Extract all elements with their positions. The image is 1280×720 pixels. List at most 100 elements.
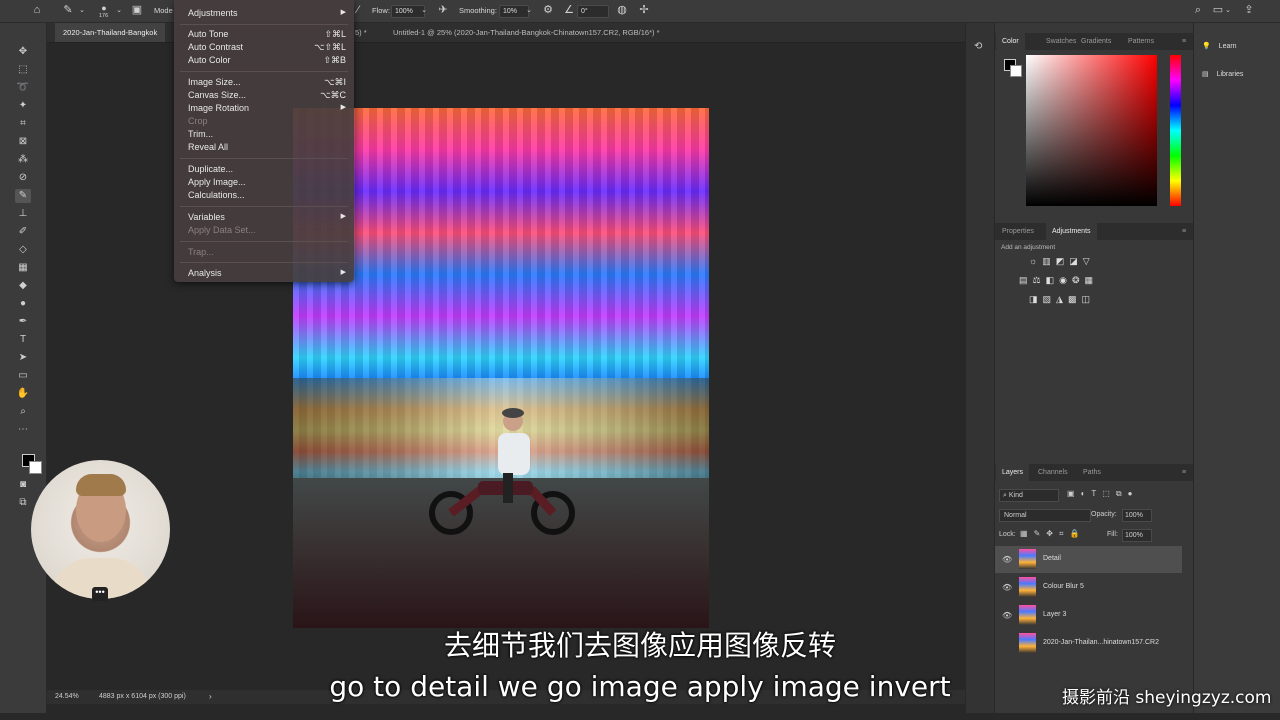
menu-item-auto-color[interactable]: Auto Color ⇧⌘B <box>188 54 346 66</box>
eraser-tool-icon[interactable]: ◇ <box>15 243 31 257</box>
color-lookup-icon[interactable]: ▦ <box>1085 275 1099 285</box>
libraries-button[interactable]: ▤ Libraries <box>1202 70 1243 78</box>
exposure-icon[interactable]: ◪ <box>1069 256 1083 266</box>
menu-item-apply-image[interactable]: Apply Image... <box>188 176 346 188</box>
background-color-swatch[interactable] <box>1010 65 1022 77</box>
color-balance-icon[interactable]: ⚖ <box>1033 275 1046 285</box>
color-picker-field[interactable] <box>1026 55 1157 206</box>
chevron-down-icon[interactable]: ⌄ <box>1224 5 1232 17</box>
shape-filter-icon[interactable]: ⬚ <box>1102 489 1116 498</box>
panel-menu-icon[interactable]: ≡ <box>1182 223 1186 240</box>
gear-icon[interactable]: ⚙ <box>542 4 554 16</box>
tab-channels[interactable]: Channels <box>1038 464 1068 481</box>
symmetry-icon[interactable]: ✢ <box>638 4 650 16</box>
document-image[interactable] <box>293 108 709 628</box>
history-brush-tool-icon[interactable]: ✐ <box>15 225 31 239</box>
tab-properties[interactable]: Properties <box>1002 223 1034 240</box>
frame-tool-icon[interactable]: ⊠ <box>15 135 31 149</box>
share-icon[interactable]: ⇪ <box>1243 4 1255 16</box>
lasso-tool-icon[interactable]: ➰ <box>15 81 31 95</box>
dodge-tool-icon[interactable]: ● <box>15 297 31 311</box>
move-tool-icon[interactable]: ✥ <box>15 45 31 59</box>
airbrush-pressure-icon[interactable]: ⁄ <box>353 4 363 16</box>
marquee-tool-icon[interactable]: ⬚ <box>15 63 31 77</box>
panel-menu-icon[interactable]: ≡ <box>1182 464 1186 481</box>
type-tool-icon[interactable]: T <box>15 333 31 347</box>
tab-patterns[interactable]: Patterns <box>1128 33 1154 50</box>
hue-saturation-icon[interactable]: ▤ <box>1019 275 1033 285</box>
channel-mixer-icon[interactable]: ❂ <box>1072 275 1085 285</box>
chevron-down-icon[interactable]: ⌄ <box>525 5 533 17</box>
quick-mask-icon[interactable]: ◙ <box>15 478 31 492</box>
clone-stamp-tool-icon[interactable]: ⊥ <box>15 207 31 221</box>
gradient-map-icon[interactable]: ▩ <box>1068 294 1082 304</box>
menu-item-trim[interactable]: Trim... <box>188 128 346 140</box>
tab-document-1[interactable]: 2020-Jan-Thailand-Bangkok <box>55 23 166 42</box>
brightness-contrast-icon[interactable]: ☼ <box>1029 256 1042 266</box>
chevron-down-icon[interactable]: ⌄ <box>420 5 428 17</box>
menu-item-reveal-all[interactable]: Reveal All <box>188 141 346 153</box>
smart-object-filter-icon[interactable]: ⧉ <box>1116 489 1128 498</box>
screen-mode-icon[interactable]: ⧉ <box>15 496 31 510</box>
tab-layers[interactable]: Layers <box>996 464 1030 481</box>
blend-mode-select[interactable]: Normal <box>999 509 1091 522</box>
home-icon[interactable]: ⌂ <box>30 4 44 16</box>
more-icon[interactable]: ••• <box>92 587 108 601</box>
lock-pixels-icon[interactable]: ✎ <box>1034 529 1047 538</box>
vibrance-icon[interactable]: ▽ <box>1083 256 1095 266</box>
history-icon[interactable]: ⟲ <box>974 41 982 52</box>
visibility-eye-icon[interactable]: 👁 <box>1002 555 1012 564</box>
workspace-icon[interactable]: ▭ <box>1212 4 1224 16</box>
black-white-icon[interactable]: ◧ <box>1046 275 1060 285</box>
menu-item-image-size[interactable]: Image Size... ⌥⌘I <box>188 76 346 88</box>
more-tools-icon[interactable]: ⋯ <box>15 423 31 437</box>
background-color-swatch[interactable] <box>29 461 42 474</box>
pixel-filter-icon[interactable]: ▣ <box>1067 489 1081 498</box>
selective-color-icon[interactable]: ◫ <box>1081 294 1095 304</box>
angle-input[interactable]: 0° <box>577 5 609 18</box>
chevron-down-icon[interactable]: ⌄ <box>115 5 123 17</box>
menu-item-duplicate[interactable]: Duplicate... <box>188 163 346 175</box>
menu-item-calculations[interactable]: Calculations... <box>188 189 346 201</box>
search-icon[interactable]: ⌕ <box>1192 4 1204 16</box>
lock-artboard-icon[interactable]: ⌗ <box>1059 529 1070 538</box>
hand-tool-icon[interactable]: ✋ <box>15 387 31 401</box>
type-filter-icon[interactable]: T <box>1091 489 1102 498</box>
tab-swatches[interactable]: Swatches <box>1046 33 1076 50</box>
menu-item-variables[interactable]: Variables ▶ <box>188 211 346 223</box>
healing-brush-tool-icon[interactable]: ⊘ <box>15 171 31 185</box>
menu-item-analysis[interactable]: Analysis ▶ <box>188 267 346 279</box>
tab-paths[interactable]: Paths <box>1083 464 1101 481</box>
menu-item-auto-tone[interactable]: Auto Tone ⇧⌘L <box>188 28 346 40</box>
opacity-input[interactable]: 100% <box>1122 509 1152 522</box>
pen-tool-icon[interactable]: ✒ <box>15 315 31 329</box>
menu-item-adjustments[interactable]: Adjustments ▶ <box>188 7 346 19</box>
chevron-down-icon[interactable]: ⌄ <box>78 5 86 17</box>
lock-position-icon[interactable]: ✥ <box>1046 529 1059 538</box>
menu-item-auto-contrast[interactable]: Auto Contrast ⌥⇧⌘L <box>188 41 346 53</box>
visibility-eye-icon[interactable]: 👁 <box>1002 583 1012 592</box>
menu-item-image-rotation[interactable]: Image Rotation ▶ <box>188 102 346 114</box>
levels-icon[interactable]: ▥ <box>1042 256 1056 266</box>
tab-color[interactable]: Color <box>996 33 1025 50</box>
tab-document-2[interactable]: Untitled-1 @ 25% (2020-Jan-Thailand-Bang… <box>385 23 668 42</box>
tab-adjustments[interactable]: Adjustments <box>1046 223 1097 240</box>
learn-button[interactable]: 💡 Learn <box>1202 42 1237 50</box>
invert-icon[interactable]: ◨ <box>1029 294 1043 304</box>
lock-transparent-icon[interactable]: ▦ <box>1020 529 1034 538</box>
blur-tool-icon[interactable]: ◆ <box>15 279 31 293</box>
curves-icon[interactable]: ◩ <box>1056 256 1070 266</box>
zoom-tool-icon[interactable]: ⌕ <box>15 405 31 419</box>
brush-settings-icon[interactable]: ▣ <box>131 4 143 16</box>
eyedropper-tool-icon[interactable]: ⁂ <box>15 153 31 167</box>
filter-toggle-icon[interactable]: ● <box>1128 489 1139 498</box>
rectangle-tool-icon[interactable]: ▭ <box>15 369 31 383</box>
layer-filter-select[interactable]: ⌕ Kind <box>999 489 1059 502</box>
gradient-tool-icon[interactable]: ▦ <box>15 261 31 275</box>
path-selection-tool-icon[interactable]: ➤ <box>15 351 31 365</box>
fill-input[interactable]: 100% <box>1122 529 1152 542</box>
layer-row-detail[interactable]: 👁 Detail <box>995 546 1182 573</box>
brush-tool-icon[interactable]: ✎ <box>62 4 74 16</box>
posterize-icon[interactable]: ▧ <box>1043 294 1057 304</box>
visibility-eye-icon[interactable]: 👁 <box>1002 611 1012 620</box>
